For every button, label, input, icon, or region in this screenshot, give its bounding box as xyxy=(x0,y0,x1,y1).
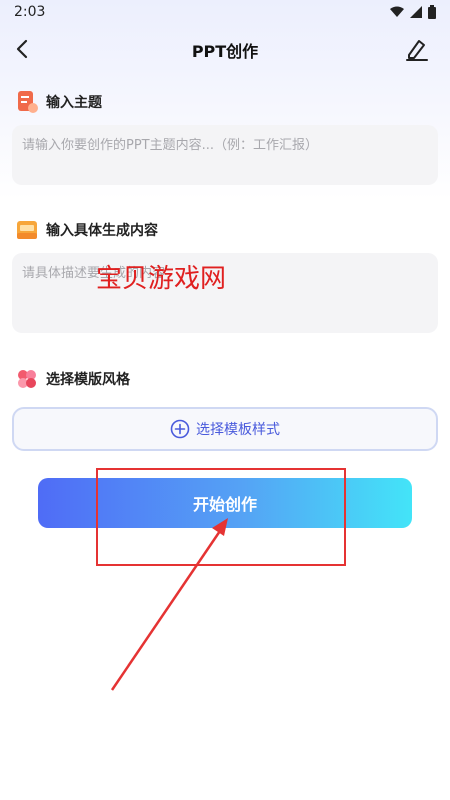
status-time: 2:03 xyxy=(14,4,46,20)
wifi-icon xyxy=(390,6,404,17)
topic-input-placeholder: 请输入你要创作的PPT主题内容...（例：工作汇报） xyxy=(22,138,319,153)
select-template-label: 选择模板样式 xyxy=(196,422,280,438)
title-bar: PPT创作 xyxy=(0,26,450,72)
content-section-header: 输入具体生成内容 xyxy=(16,218,158,242)
style-label: 选择模版风格 xyxy=(46,372,130,388)
content-label: 输入具体生成内容 xyxy=(46,223,158,239)
inbox-icon xyxy=(17,221,37,239)
status-bar: 2:03 xyxy=(0,0,450,24)
palette-icon xyxy=(18,370,36,388)
edit-button[interactable] xyxy=(404,36,430,62)
status-icons xyxy=(390,5,436,19)
document-icon xyxy=(18,91,38,113)
select-template-button[interactable]: 选择模板样式 xyxy=(12,407,438,451)
page-title: PPT创作 xyxy=(191,42,259,61)
battery-icon xyxy=(428,5,436,19)
annotation-highlight-box xyxy=(96,468,346,566)
topic-input[interactable]: 请输入你要创作的PPT主题内容...（例：工作汇报） xyxy=(12,125,438,185)
topic-section-header: 输入主题 xyxy=(16,90,102,114)
signal-icon xyxy=(410,6,422,18)
edit-pen-icon xyxy=(406,40,428,61)
topic-label: 输入主题 xyxy=(46,95,102,111)
watermark-text: 宝贝游戏网 xyxy=(96,264,227,294)
plus-circle-icon xyxy=(170,419,190,439)
style-section-header: 选择模版风格 xyxy=(16,368,130,390)
